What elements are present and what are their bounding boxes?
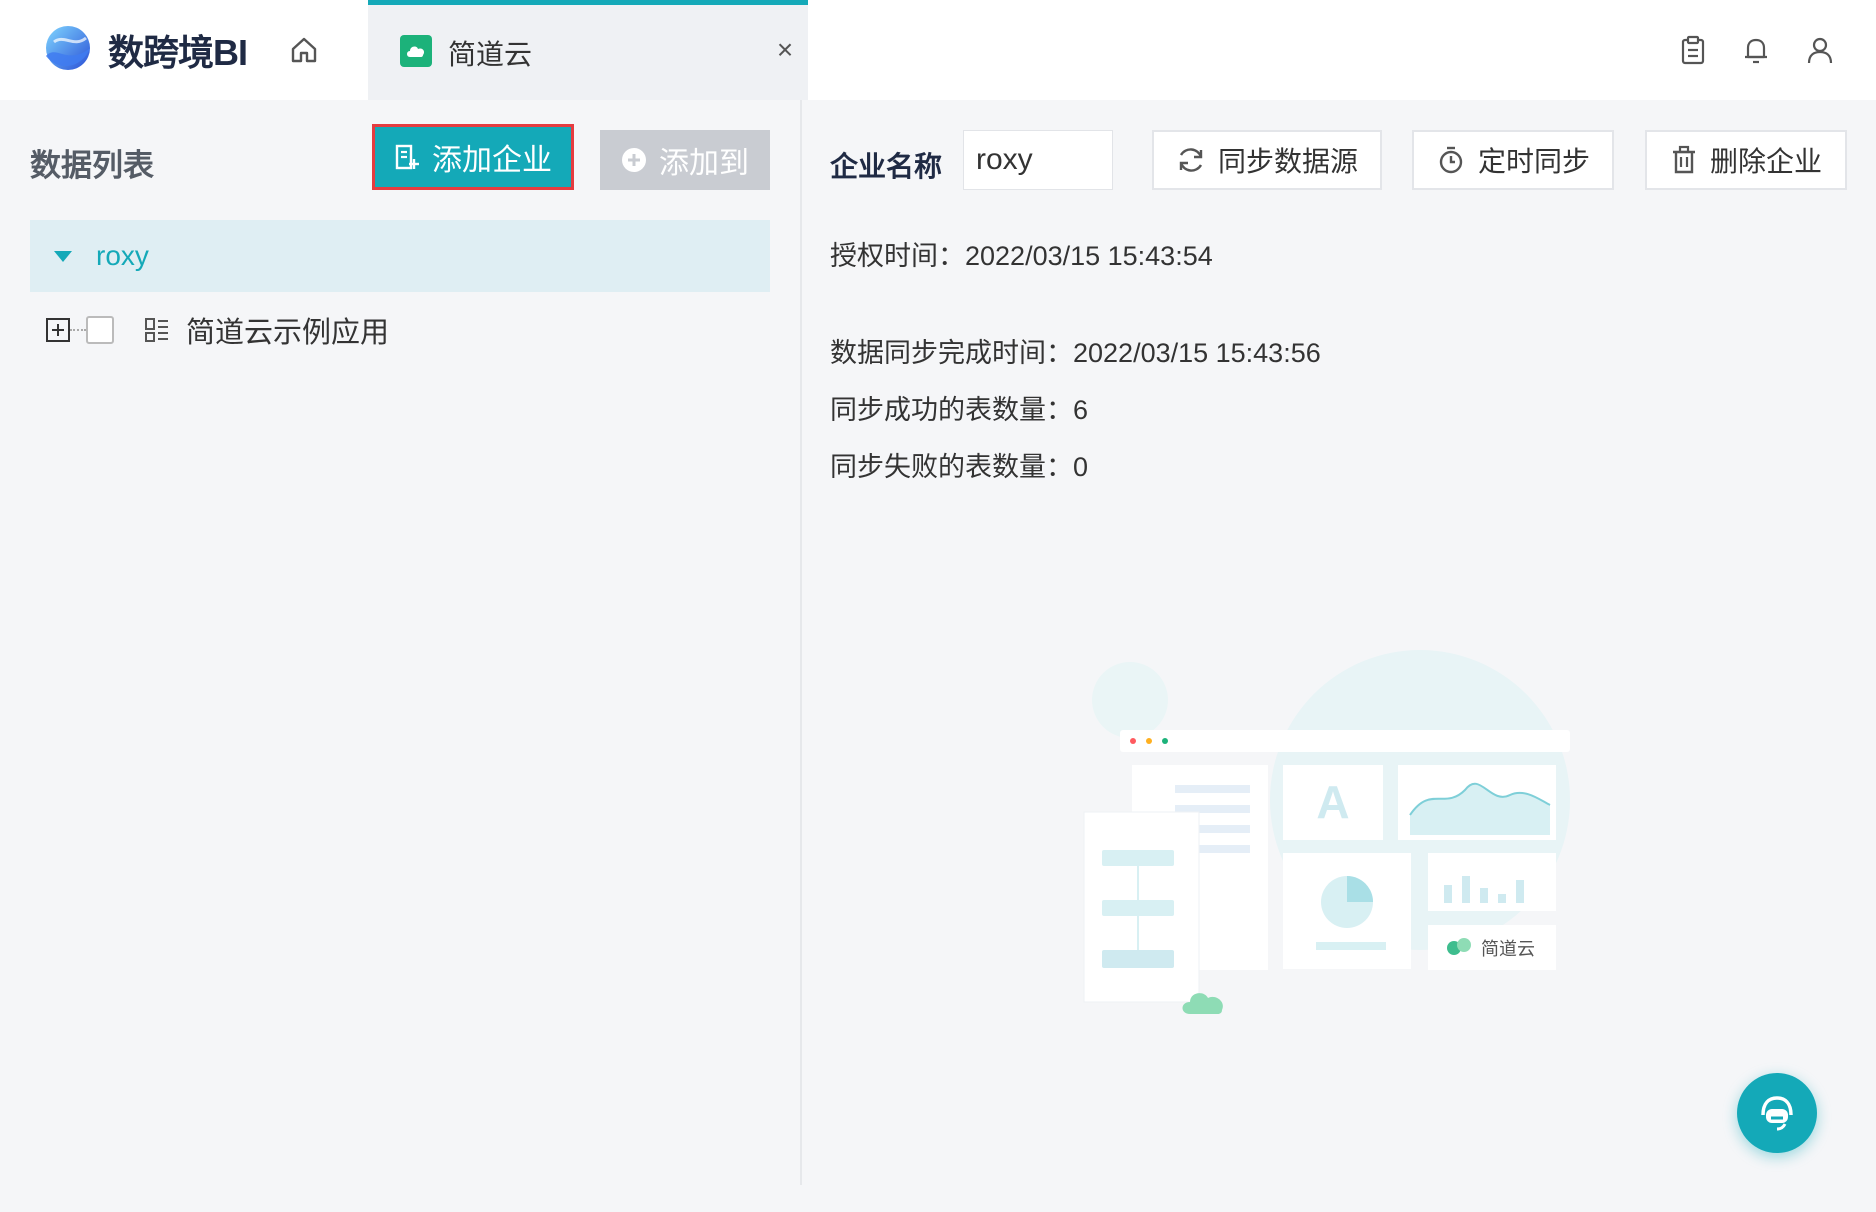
customer-service-button[interactable] (1737, 1073, 1817, 1153)
expand-icon[interactable] (46, 318, 70, 342)
enterprise-name-input[interactable] (963, 130, 1113, 190)
home-icon (291, 37, 317, 63)
clipboard-button[interactable] (1675, 32, 1711, 68)
top-bar: 数跨境BI 简道云 × (0, 0, 1876, 100)
svg-text:A: A (1316, 776, 1349, 828)
app-grid-icon (145, 318, 168, 342)
sync-done-time-text: 数据同步完成时间：2022/03/15 15:43:56 (830, 338, 1321, 368)
add-building-icon (395, 144, 419, 170)
panel-divider[interactable] (800, 100, 802, 1185)
plus-circle-icon (622, 148, 646, 172)
home-button[interactable] (286, 32, 322, 68)
add-enterprise-button[interactable]: 添加企业 (372, 124, 574, 190)
sync-success-count-text: 同步成功的表数量：6 (830, 395, 1089, 425)
add-to-label: 添加到 (659, 147, 749, 180)
trash-icon (1672, 145, 1695, 174)
sync-fail-count-text: 同步失败的表数量：0 (830, 452, 1089, 482)
tree-item-checkbox[interactable] (86, 316, 114, 344)
logo-icon (46, 26, 90, 70)
tree-root-roxy[interactable]: roxy (30, 220, 770, 292)
user-button[interactable] (1802, 32, 1838, 68)
delete-enterprise-label: 删除企业 (1709, 146, 1822, 177)
caret-down-icon[interactable] (54, 250, 72, 262)
app-logo[interactable]: 数跨境BI (40, 22, 248, 78)
illustration-badge-label: 简道云 (1481, 939, 1535, 959)
delete-enterprise-button[interactable]: 删除企业 (1645, 130, 1847, 190)
add-to-button[interactable]: 添加到 (600, 130, 770, 190)
tab-close-button[interactable]: × (770, 35, 800, 65)
jiandaoyun-icon (400, 35, 432, 67)
user-icon (1807, 37, 1833, 64)
timer-icon (1439, 146, 1463, 174)
notification-button[interactable] (1738, 32, 1774, 68)
headset-icon (1761, 1096, 1793, 1131)
clipboard-icon (1681, 35, 1705, 65)
scheduled-sync-button[interactable]: 定时同步 (1412, 130, 1614, 190)
tab-jiandaoyun[interactable]: 简道云 × (368, 0, 808, 100)
enterprise-name-label: 企业名称 (830, 151, 943, 182)
app-title: 数跨境BI (108, 32, 248, 73)
refresh-icon (1179, 148, 1203, 172)
auth-time-text: 授权时间：2022/03/15 15:43:54 (830, 241, 1213, 271)
tree-root-label: roxy (96, 240, 149, 271)
data-list-title: 数据列表 (30, 148, 154, 183)
empty-state-illustration: A 简道云 (1083, 650, 1570, 1014)
sync-data-source-button[interactable]: 同步数据源 (1152, 130, 1382, 190)
tree-item-sample-app[interactable]: 简道云示例应用 (46, 308, 389, 352)
tree-connector (70, 329, 86, 331)
tree-item-label: 简道云示例应用 (186, 317, 390, 349)
sync-data-source-label: 同步数据源 (1217, 146, 1358, 177)
bell-icon (1745, 38, 1767, 64)
tab-label: 简道云 (448, 39, 533, 70)
add-enterprise-label: 添加企业 (432, 144, 552, 177)
scheduled-sync-label: 定时同步 (1477, 146, 1590, 177)
